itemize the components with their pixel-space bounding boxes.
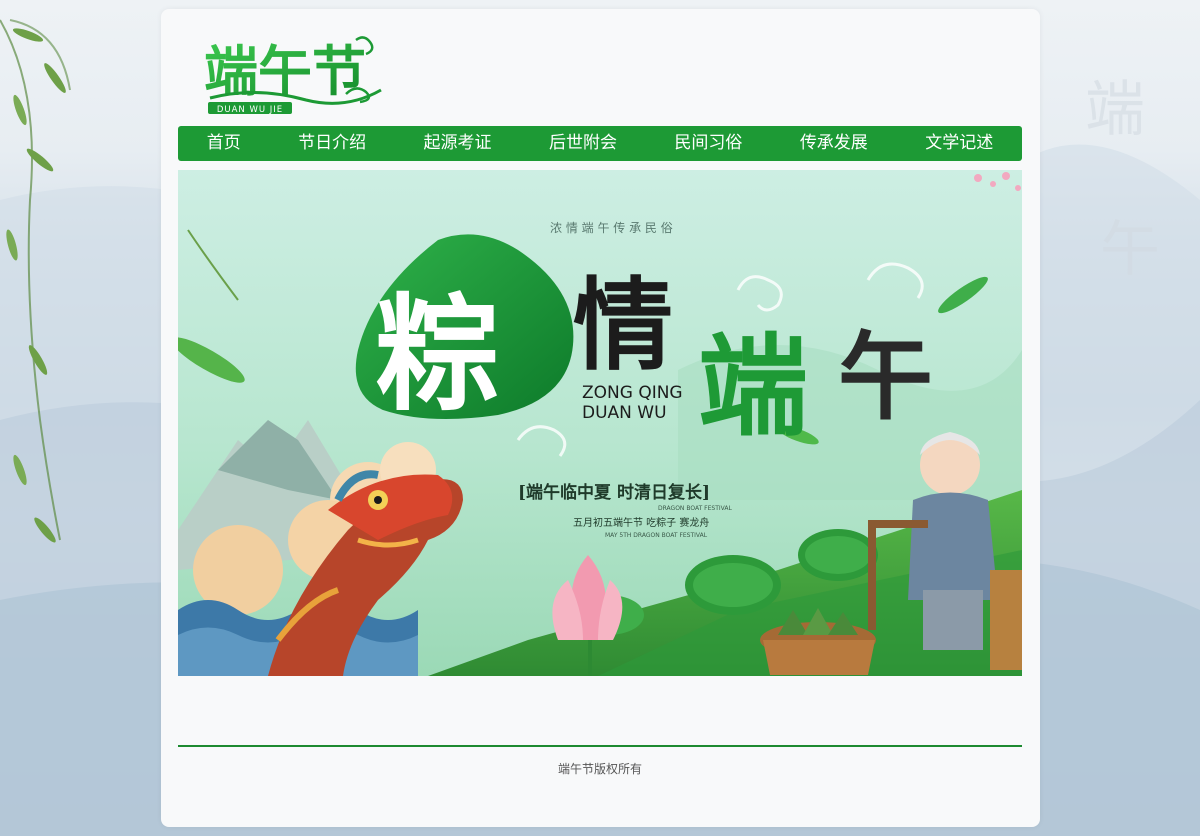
svg-text:端: 端 xyxy=(1085,75,1145,145)
banner-pinyin-line-1: ZONG QING xyxy=(582,383,683,403)
banner-small-caption: DRAGON BOAT FESTIVAL xyxy=(658,505,732,512)
banner-sub-line-en: MAY 5TH DRAGON BOAT FESTIVAL xyxy=(605,532,708,539)
nav-item-heritage[interactable]: 传承发展 xyxy=(794,126,874,161)
site-logo[interactable]: 端午节 DUAN WU JIE xyxy=(196,28,396,116)
banner-title-char-qing: 情 xyxy=(573,266,673,384)
banner-title-char-wu: 午 xyxy=(838,322,933,433)
banner-top-text: 浓 情 端 午 传 承 民 俗 xyxy=(550,220,673,235)
nav-item-folk-customs[interactable]: 民间习俗 xyxy=(668,126,748,161)
nav-item-home[interactable]: 首页 xyxy=(201,126,247,161)
banner-illustration: 粽 情 端 午 ZONG QING DUAN WU 浓 情 端 午 传 承 民 … xyxy=(178,170,1022,676)
nav-item-origin[interactable]: 起源考证 xyxy=(418,126,498,161)
banner-slogan: [端午临中夏 时清日复长] xyxy=(518,482,710,503)
banner-sub-line: 五月初五端午节 吃粽子 赛龙舟 xyxy=(573,516,709,529)
nav-item-literature[interactable]: 文学记述 xyxy=(919,126,999,161)
hero-banner[interactable]: 粽 情 端 午 ZONG QING DUAN WU 浓 情 端 午 传 承 民 … xyxy=(178,170,1022,676)
logo-subtitle: DUAN WU JIE xyxy=(217,105,283,115)
svg-text:午: 午 xyxy=(1100,215,1160,285)
nav-item-later-legends[interactable]: 后世附会 xyxy=(543,126,623,161)
footer-copyright: 端午节版权所有 xyxy=(557,762,642,776)
banner-title-char-zong: 粽 xyxy=(375,282,500,428)
nav-item-festival-intro[interactable]: 节日介绍 xyxy=(292,126,372,161)
main-nav: 首页 节日介绍 起源考证 后世附会 民间习俗 传承发展 文学记述 xyxy=(178,126,1022,161)
footer-divider xyxy=(178,745,1022,747)
banner-pinyin-line-2: DUAN WU xyxy=(582,403,667,423)
banner-title-char-duan: 端 xyxy=(698,322,808,451)
